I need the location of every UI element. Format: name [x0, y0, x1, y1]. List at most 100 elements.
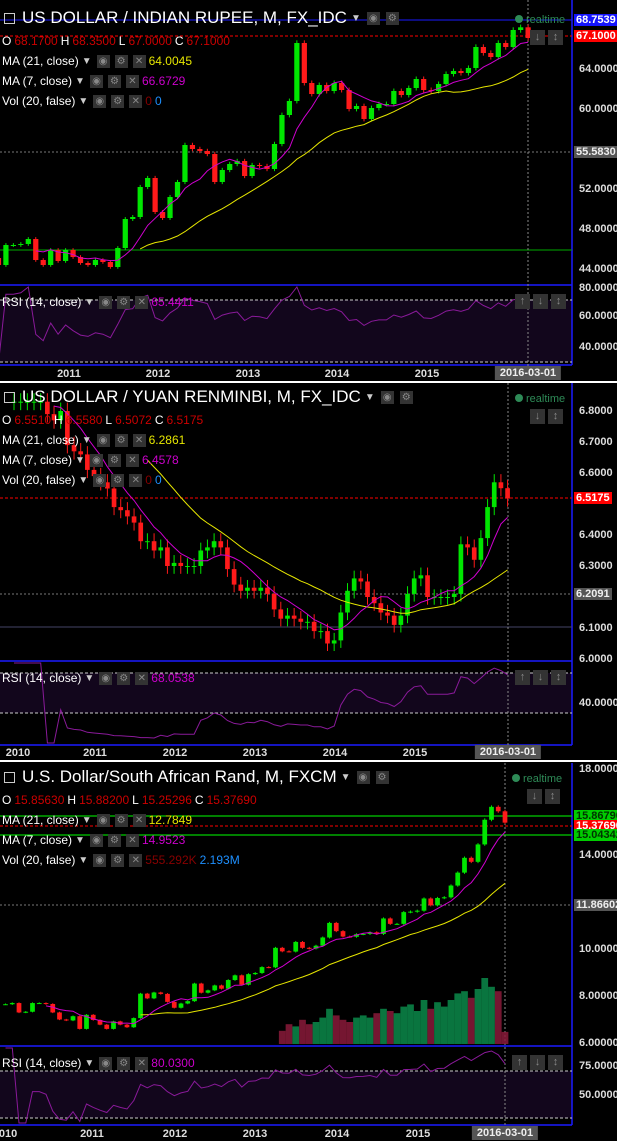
- collapse-icon[interactable]: [4, 391, 15, 403]
- symbol-name[interactable]: U.S. Dollar/South African Rand, M, FXCM: [22, 767, 337, 787]
- visibility-icon[interactable]: ◉: [380, 390, 394, 404]
- symbol-title[interactable]: US DOLLAR / YUAN RENMINBI, M, FX_IDC ▼ ◉ ⚙: [4, 387, 413, 407]
- dropdown-caret-icon[interactable]: ▼: [82, 56, 92, 67]
- gear-icon[interactable]: ⚙: [117, 1056, 131, 1070]
- dropdown-caret-icon[interactable]: ▼: [78, 475, 88, 486]
- indicator-vol[interactable]: Vol (20, false) ▼ ◉ ⚙ ✕ 0 0: [2, 94, 162, 108]
- scroll-down-icon[interactable]: ↓: [530, 30, 545, 45]
- close-icon[interactable]: ✕: [135, 1056, 149, 1070]
- gear-icon[interactable]: ⚙: [114, 813, 128, 827]
- gear-icon[interactable]: ⚙: [117, 295, 131, 309]
- indicator-ma21[interactable]: MA (21, close) ▼ ◉ ⚙ ✕ 64.0045: [2, 54, 192, 68]
- visibility-icon[interactable]: ◉: [356, 770, 370, 784]
- indicator-label[interactable]: RSI (14, close): [2, 671, 81, 685]
- close-icon[interactable]: ✕: [132, 54, 146, 68]
- dropdown-caret-icon[interactable]: ▼: [75, 455, 85, 466]
- scale-controls[interactable]: ↓ ↕: [530, 30, 563, 45]
- chart-panel-usdinr[interactable]: US DOLLAR / INDIAN RUPEE, M, FX_IDC ▼ ◉ ⚙ O 6…: [0, 0, 617, 381]
- indicator-label[interactable]: Vol (20, false): [2, 473, 75, 487]
- visibility-icon[interactable]: ◉: [366, 11, 380, 25]
- gear-icon[interactable]: ⚙: [111, 853, 125, 867]
- chart-panel-usdzar[interactable]: U.S. Dollar/South African Rand, M, FXCM ▼…: [0, 763, 617, 1141]
- visibility-icon[interactable]: ◉: [99, 671, 113, 685]
- indicator-label[interactable]: MA (7, close): [2, 74, 72, 88]
- indicator-label[interactable]: MA (21, close): [2, 54, 79, 68]
- dropdown-caret-icon[interactable]: ▼: [84, 297, 94, 308]
- indicator-ma21[interactable]: MA (21, close) ▼ ◉ ⚙ ✕ 12.7849: [2, 813, 192, 827]
- indicator-label[interactable]: MA (21, close): [2, 433, 79, 447]
- chart-panel-usdcny[interactable]: US DOLLAR / YUAN RENMINBI, M, FX_IDC ▼ ◉ ⚙ O…: [0, 383, 617, 760]
- visibility-icon[interactable]: ◉: [96, 813, 110, 827]
- indicator-label[interactable]: MA (7, close): [2, 833, 72, 847]
- close-icon[interactable]: ✕: [125, 453, 139, 467]
- dropdown-caret-icon[interactable]: ▼: [75, 76, 85, 87]
- gear-icon[interactable]: ⚙: [114, 433, 128, 447]
- indicator-label[interactable]: MA (7, close): [2, 453, 72, 467]
- indicator-label[interactable]: RSI (14, close): [2, 295, 81, 309]
- indicator-vol[interactable]: Vol (20, false) ▼ ◉ ⚙ ✕ 0 0: [2, 473, 162, 487]
- scroll-up-icon[interactable]: ↑: [512, 1055, 527, 1070]
- close-icon[interactable]: ✕: [125, 74, 139, 88]
- indicator-label[interactable]: Vol (20, false): [2, 94, 75, 108]
- visibility-icon[interactable]: ◉: [96, 54, 110, 68]
- indicator-label[interactable]: RSI (14, close): [2, 1056, 81, 1070]
- close-icon[interactable]: ✕: [129, 473, 143, 487]
- visibility-icon[interactable]: ◉: [93, 853, 107, 867]
- visibility-icon[interactable]: ◉: [99, 1056, 113, 1070]
- close-icon[interactable]: ✕: [135, 671, 149, 685]
- visibility-icon[interactable]: ◉: [96, 433, 110, 447]
- close-icon[interactable]: ✕: [135, 295, 149, 309]
- close-icon[interactable]: ✕: [132, 433, 146, 447]
- gear-icon[interactable]: ⚙: [117, 671, 131, 685]
- auto-scale-icon[interactable]: ↕: [545, 789, 560, 804]
- scroll-up-icon[interactable]: ↑: [515, 294, 530, 309]
- close-icon[interactable]: ✕: [132, 813, 146, 827]
- auto-scale-icon[interactable]: ↕: [548, 409, 563, 424]
- rsi-scale-controls[interactable]: ↑ ↓ ↕: [512, 1055, 563, 1070]
- symbol-name[interactable]: US DOLLAR / INDIAN RUPEE, M, FX_IDC: [22, 8, 347, 28]
- dropdown-caret-icon[interactable]: ▼: [78, 96, 88, 107]
- dropdown-caret-icon[interactable]: ▼: [75, 835, 85, 846]
- visibility-icon[interactable]: ◉: [89, 74, 103, 88]
- visibility-icon[interactable]: ◉: [89, 453, 103, 467]
- auto-scale-icon[interactable]: ↕: [548, 30, 563, 45]
- dropdown-caret-icon[interactable]: ▼: [351, 13, 361, 24]
- scroll-down-icon[interactable]: ↓: [533, 294, 548, 309]
- dropdown-caret-icon[interactable]: ▼: [82, 435, 92, 446]
- gear-icon[interactable]: ⚙: [399, 390, 413, 404]
- scroll-down-icon[interactable]: ↓: [533, 670, 548, 685]
- visibility-icon[interactable]: ◉: [89, 833, 103, 847]
- indicator-rsi[interactable]: RSI (14, close) ▼ ◉ ⚙ ✕ 68.0538: [2, 671, 195, 685]
- close-icon[interactable]: ✕: [129, 853, 143, 867]
- close-icon[interactable]: ✕: [125, 833, 139, 847]
- gear-icon[interactable]: ⚙: [111, 94, 125, 108]
- auto-scale-icon[interactable]: ↕: [548, 1055, 563, 1070]
- collapse-icon[interactable]: [4, 12, 15, 24]
- dropdown-caret-icon[interactable]: ▼: [84, 673, 94, 684]
- collapse-icon[interactable]: [4, 771, 15, 783]
- symbol-name[interactable]: US DOLLAR / YUAN RENMINBI, M, FX_IDC: [22, 387, 361, 407]
- dropdown-caret-icon[interactable]: ▼: [365, 392, 375, 403]
- gear-icon[interactable]: ⚙: [107, 453, 121, 467]
- indicator-ma7[interactable]: MA (7, close) ▼ ◉ ⚙ ✕ 6.4578: [2, 453, 179, 467]
- auto-scale-icon[interactable]: ↕: [551, 294, 566, 309]
- scale-controls[interactable]: ↓ ↕: [527, 789, 560, 804]
- indicator-ma21[interactable]: MA (21, close) ▼ ◉ ⚙ ✕ 6.2861: [2, 433, 185, 447]
- scroll-down-icon[interactable]: ↓: [527, 789, 542, 804]
- visibility-icon[interactable]: ◉: [93, 473, 107, 487]
- dropdown-caret-icon[interactable]: ▼: [82, 815, 92, 826]
- close-icon[interactable]: ✕: [129, 94, 143, 108]
- indicator-vol[interactable]: Vol (20, false) ▼ ◉ ⚙ ✕ 555.292K 2.193M: [2, 853, 240, 867]
- symbol-title[interactable]: US DOLLAR / INDIAN RUPEE, M, FX_IDC ▼ ◉ ⚙: [4, 8, 399, 28]
- dropdown-caret-icon[interactable]: ▼: [78, 855, 88, 866]
- scroll-down-icon[interactable]: ↓: [530, 1055, 545, 1070]
- indicator-label[interactable]: Vol (20, false): [2, 853, 75, 867]
- rsi-scale-controls[interactable]: ↑ ↓ ↕: [515, 294, 566, 309]
- visibility-icon[interactable]: ◉: [99, 295, 113, 309]
- indicator-label[interactable]: MA (21, close): [2, 813, 79, 827]
- scale-controls[interactable]: ↓ ↕: [530, 409, 563, 424]
- indicator-ma7[interactable]: MA (7, close) ▼ ◉ ⚙ ✕ 14.9523: [2, 833, 185, 847]
- gear-icon[interactable]: ⚙: [111, 473, 125, 487]
- auto-scale-icon[interactable]: ↕: [551, 670, 566, 685]
- gear-icon[interactable]: ⚙: [385, 11, 399, 25]
